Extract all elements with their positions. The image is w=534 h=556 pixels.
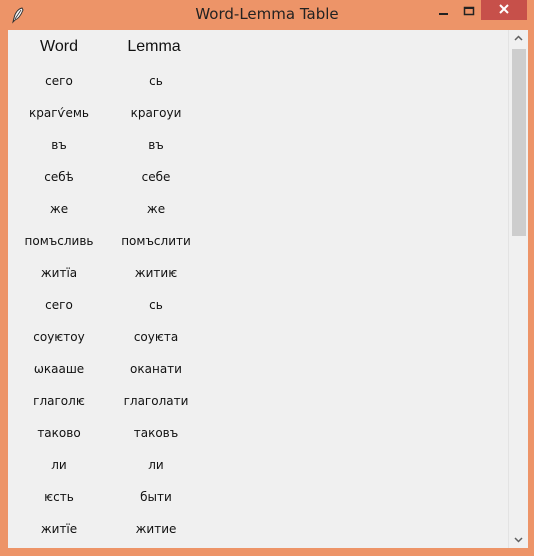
- table-row: соуѥтоу соуѥта: [8, 327, 508, 359]
- chevron-down-icon: [509, 533, 528, 552]
- app-window: Word-Lemma Table Word Lemma сего сь крагѵ́…: [0, 0, 534, 556]
- vertical-scrollbar[interactable]: [508, 30, 528, 548]
- minimize-button[interactable]: [430, 0, 458, 20]
- scroll-up-button[interactable]: [509, 30, 528, 47]
- word-cell: соуѥтоу: [33, 330, 85, 344]
- table-row: ли ли: [8, 455, 508, 487]
- lemma-cell: оканати: [130, 362, 182, 376]
- word-cell: помъсливь: [24, 234, 94, 248]
- word-cell: въ: [51, 138, 67, 152]
- table-row: сего сь: [8, 295, 508, 327]
- minimize-icon: [438, 1, 450, 20]
- maximize-icon: [463, 1, 475, 20]
- word-cell: сего: [45, 298, 73, 312]
- word-cell: же: [49, 202, 69, 216]
- table-row: глаголѥ глаголати: [8, 391, 508, 423]
- word-cell: ли: [51, 458, 67, 472]
- table-row: сего сь: [8, 71, 508, 103]
- lemma-cell: житие: [135, 522, 177, 536]
- column-header-lemma: Lemma: [127, 38, 181, 55]
- table-row: ѥсть быти: [8, 487, 508, 519]
- close-button[interactable]: [481, 0, 527, 20]
- word-cell: ѥсть: [44, 490, 74, 504]
- table-row: помъсливь помъслити: [8, 231, 508, 263]
- table-row: себѣ себе: [8, 167, 508, 199]
- maximize-button[interactable]: [458, 0, 480, 20]
- lemma-cell: крагоуи: [130, 106, 182, 120]
- word-cell: таково: [37, 426, 81, 440]
- table-row: ѡкааше оканати: [8, 359, 508, 391]
- word-cell: житїа: [40, 266, 78, 280]
- lemma-cell: помъслити: [121, 234, 191, 248]
- lemma-cell: сь: [149, 298, 163, 312]
- column-header-word: Word: [40, 38, 78, 55]
- word-cell: глаголѥ: [33, 394, 85, 408]
- lemma-cell: ли: [148, 458, 164, 472]
- table-row: крагѵ́емь крагоуи: [8, 103, 508, 135]
- lemma-cell: сь: [149, 74, 163, 88]
- close-icon: [498, 1, 510, 19]
- client-area: Word Lemma сего сь крагѵ́емь крагоуи въ въ себ…: [8, 30, 528, 548]
- table-row: житїа житиѥ: [8, 263, 508, 295]
- lemma-cell: житиѥ: [134, 266, 178, 280]
- table-row: таково таковъ: [8, 423, 508, 455]
- scroll-thumb[interactable]: [512, 49, 526, 236]
- lemma-cell: глаголати: [123, 394, 189, 408]
- word-cell: крагѵ́емь: [28, 106, 89, 120]
- word-lemma-table: Word Lemma сего сь крагѵ́емь крагоуи въ въ себ…: [8, 30, 508, 548]
- table-row: житїе житие: [8, 519, 508, 551]
- lemma-cell: въ: [148, 138, 164, 152]
- title-bar[interactable]: Word-Lemma Table: [0, 0, 534, 30]
- table-row: въ въ: [8, 135, 508, 167]
- word-cell: себѣ: [44, 170, 74, 184]
- word-cell: сего: [45, 74, 73, 88]
- lemma-cell: себе: [141, 170, 171, 184]
- word-cell: житїе: [40, 522, 78, 536]
- scroll-down-button[interactable]: [509, 531, 528, 548]
- lemma-cell: таковъ: [133, 426, 179, 440]
- lemma-cell: быти: [140, 490, 172, 504]
- word-cell: ѡкааше: [33, 362, 85, 376]
- lemma-cell: соуѥта: [133, 330, 179, 344]
- lemma-cell: же: [146, 202, 166, 216]
- table-row: же же: [8, 199, 508, 231]
